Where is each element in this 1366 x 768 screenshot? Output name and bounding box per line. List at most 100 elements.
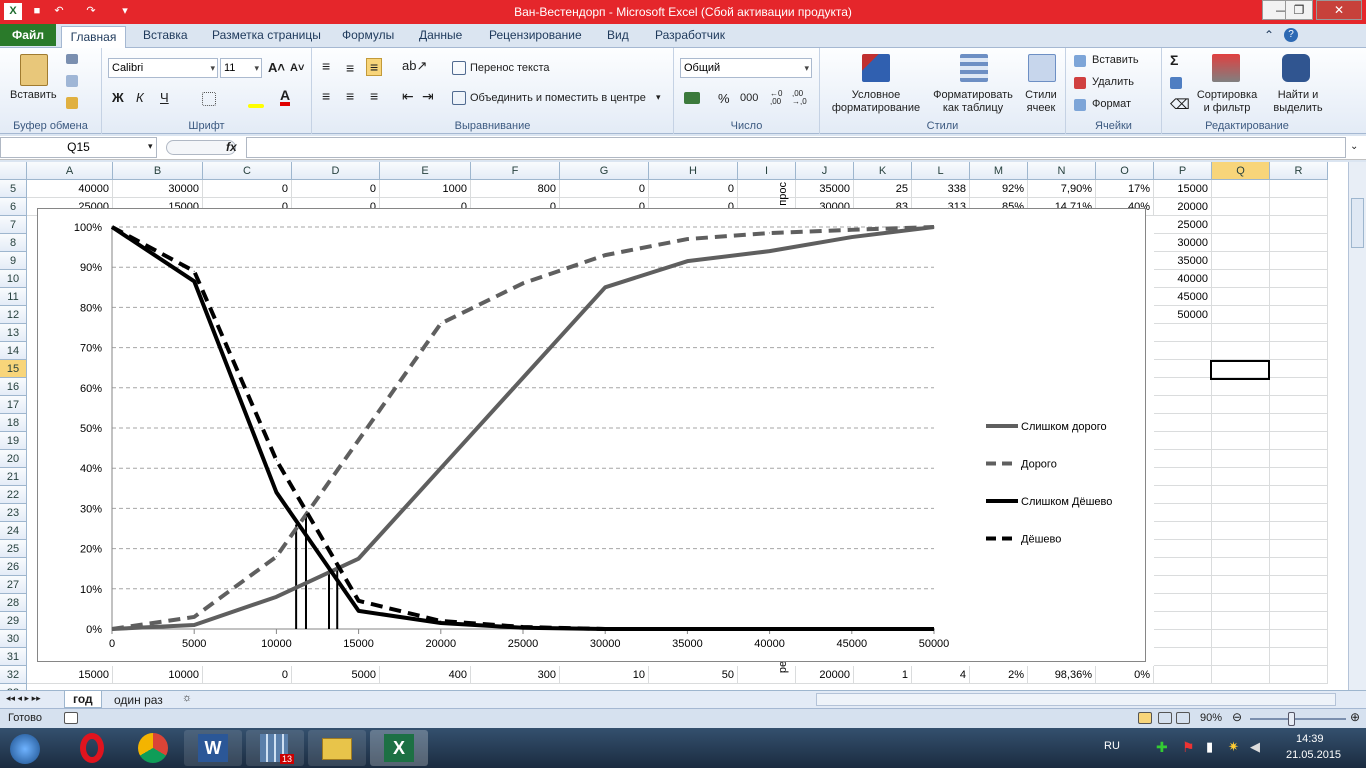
taskbar-excel[interactable]: X [370, 730, 428, 766]
column-header-d[interactable]: D [292, 162, 380, 180]
cell[interactable] [1212, 594, 1270, 612]
cell[interactable]: 15000 [1154, 180, 1212, 198]
cell[interactable] [1212, 666, 1270, 684]
cell[interactable] [1212, 540, 1270, 558]
cell[interactable] [1154, 324, 1212, 342]
cell[interactable] [1212, 234, 1270, 252]
cell[interactable] [1154, 342, 1212, 360]
clear-icon[interactable]: ⌫ [1170, 96, 1190, 113]
cell[interactable] [1212, 378, 1270, 396]
row-header[interactable]: 15 [0, 360, 27, 378]
cell[interactable] [1212, 270, 1270, 288]
cell[interactable]: 10 [560, 666, 649, 684]
cell[interactable] [1270, 306, 1328, 324]
cell[interactable] [1154, 432, 1212, 450]
shrink-font-icon[interactable]: A˅ [290, 62, 304, 74]
cell[interactable] [1154, 558, 1212, 576]
vertical-scroll-thumb[interactable] [1351, 198, 1364, 248]
cell[interactable] [1270, 378, 1328, 396]
page-break-view-icon[interactable] [1176, 712, 1190, 724]
cell[interactable]: 92% [970, 180, 1028, 198]
volume-icon[interactable]: ◀ [1250, 739, 1260, 755]
cell[interactable] [1154, 612, 1212, 630]
delete-cells-button[interactable]: Удалить [1092, 76, 1134, 88]
align-right-icon[interactable]: ≡ [370, 88, 378, 104]
underline-icon[interactable]: Ч [160, 90, 169, 105]
increase-indent-icon[interactable]: ⇥ [422, 88, 434, 105]
cell[interactable] [1270, 648, 1328, 666]
cell[interactable]: 0 [203, 180, 292, 198]
column-header-h[interactable]: H [649, 162, 738, 180]
cell[interactable]: 0 [560, 180, 649, 198]
cell[interactable] [1270, 522, 1328, 540]
active-cell-q15[interactable] [1210, 360, 1270, 380]
cell[interactable] [1270, 396, 1328, 414]
cell[interactable] [1212, 252, 1270, 270]
column-header-o[interactable]: O [1096, 162, 1154, 180]
name-box-dropdown-icon[interactable]: ▾ [148, 141, 153, 152]
column-header-m[interactable]: M [970, 162, 1028, 180]
zoom-in-icon[interactable]: ⊕ [1350, 710, 1360, 724]
row-header[interactable]: 24 [0, 522, 27, 540]
cell[interactable] [1270, 486, 1328, 504]
cell[interactable] [1270, 504, 1328, 522]
cell[interactable] [1212, 504, 1270, 522]
cell[interactable]: 10000 [113, 666, 203, 684]
cell[interactable]: 7,90% [1028, 180, 1096, 198]
cell[interactable] [1270, 342, 1328, 360]
zoom-slider[interactable] [1250, 718, 1346, 720]
formula-input[interactable] [246, 137, 1346, 158]
cell[interactable]: 25 [854, 180, 912, 198]
cell[interactable]: 50 [649, 666, 738, 684]
cell[interactable] [1212, 630, 1270, 648]
select-all-corner[interactable] [0, 162, 27, 180]
cell[interactable] [1212, 414, 1270, 432]
name-box[interactable]: Q15 [0, 137, 157, 158]
cell[interactable] [1154, 594, 1212, 612]
cell[interactable] [1270, 540, 1328, 558]
grow-font-icon[interactable]: A˄ [268, 60, 285, 75]
autosum-icon[interactable]: Σ [1170, 52, 1178, 68]
zoom-slider-thumb[interactable] [1288, 712, 1295, 726]
row-header[interactable]: 12 [0, 306, 27, 324]
cell[interactable] [1270, 198, 1328, 216]
cell[interactable] [1270, 432, 1328, 450]
column-header-p[interactable]: P [1154, 162, 1212, 180]
tab-review[interactable]: Рецензирование [489, 28, 582, 42]
language-indicator[interactable]: RU [1104, 740, 1120, 752]
cell[interactable] [1154, 450, 1212, 468]
tab-insert[interactable]: Вставка [143, 28, 188, 42]
bold-icon[interactable]: Ж [112, 90, 124, 105]
column-header-j[interactable]: J [796, 162, 854, 180]
sheet-tab-year[interactable]: год [64, 691, 102, 708]
network-icon[interactable]: ✚ [1156, 739, 1168, 756]
cell[interactable] [1154, 576, 1212, 594]
normal-view-icon[interactable] [1138, 712, 1152, 724]
cell[interactable] [1270, 252, 1328, 270]
cell[interactable] [1270, 414, 1328, 432]
cell[interactable]: 50000 [1154, 306, 1212, 324]
conditional-format-button[interactable]: Условное форматирование [822, 89, 930, 115]
cell[interactable] [1270, 558, 1328, 576]
format-cells-icon[interactable] [1074, 99, 1086, 111]
cell[interactable] [1154, 414, 1212, 432]
insert-function-icon[interactable]: fx [226, 140, 237, 154]
cell[interactable] [1212, 342, 1270, 360]
column-header-k[interactable]: K [854, 162, 912, 180]
align-middle-icon[interactable]: ≡ [346, 60, 354, 76]
wrap-text-icon[interactable] [452, 61, 466, 75]
column-header-e[interactable]: E [380, 162, 471, 180]
page-layout-view-icon[interactable] [1158, 712, 1172, 724]
cell[interactable] [1212, 576, 1270, 594]
macro-record-icon[interactable] [64, 712, 78, 724]
align-left-icon[interactable]: ≡ [322, 88, 330, 104]
comma-style-icon[interactable]: 000 [740, 92, 758, 104]
paste-icon[interactable] [20, 54, 48, 86]
cell[interactable] [1270, 216, 1328, 234]
column-header-n[interactable]: N [1028, 162, 1096, 180]
cell[interactable]: 98,36% [1028, 666, 1096, 684]
cell[interactable]: 20000 [1154, 198, 1212, 216]
align-top-icon[interactable]: ≡ [322, 58, 330, 74]
column-header-g[interactable]: G [560, 162, 649, 180]
expand-formula-icon[interactable]: ⌄ [1350, 141, 1358, 152]
